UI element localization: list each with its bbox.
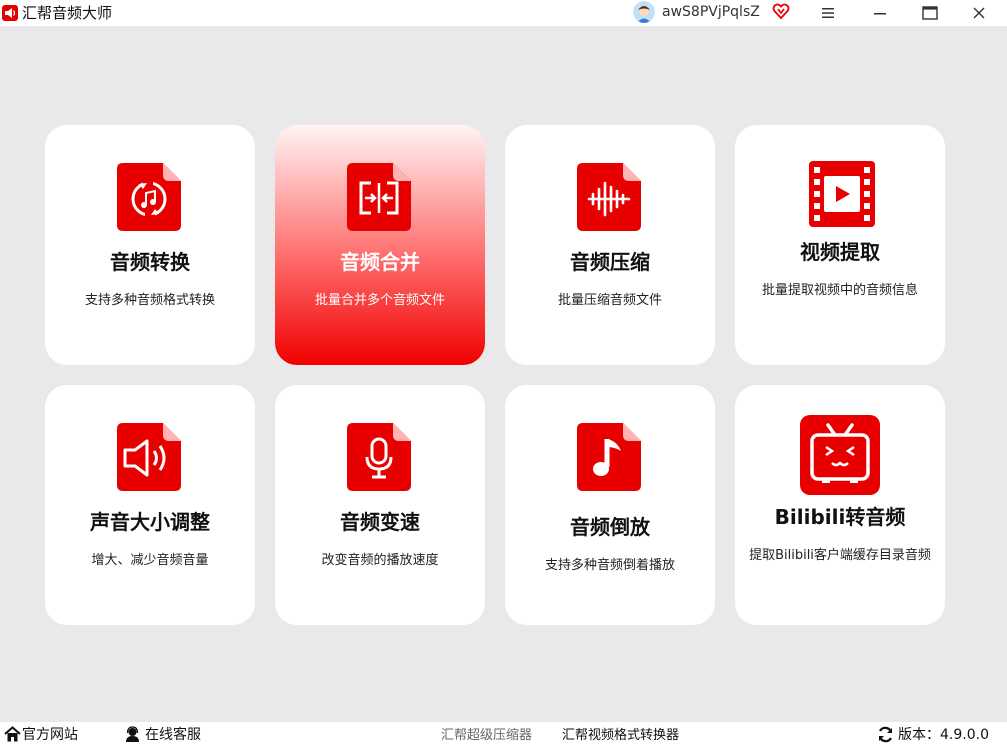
- bilibili-tv-icon: [800, 415, 880, 495]
- version-number: 4.9.0.0: [940, 727, 989, 743]
- avatar[interactable]: [633, 1, 655, 23]
- card-audio-convert[interactable]: 音频转换 支持多种音频格式转换: [45, 125, 255, 365]
- close-icon: [973, 7, 985, 19]
- card-title: 音频转换: [110, 250, 190, 274]
- minimize-button[interactable]: [860, 0, 900, 26]
- card-description: 批量提取视频中的音频信息: [761, 283, 918, 298]
- close-button[interactable]: [959, 0, 999, 26]
- card-title: 声音大小调整: [90, 510, 210, 534]
- converter-link[interactable]: 汇帮视频格式转换器: [562, 727, 679, 745]
- customer-service-icon[interactable]: [124, 726, 141, 743]
- card-description: 支持多种音频格式转换: [84, 293, 215, 308]
- card-title: 音频倒放: [570, 515, 650, 539]
- title-bar: 汇帮音频大师 awS8PVjPqlsZ: [0, 0, 1007, 26]
- version-label: 版本：: [898, 727, 940, 743]
- minimize-icon: [874, 13, 886, 15]
- card-description: 改变音频的播放速度: [321, 553, 439, 568]
- card-bilibili[interactable]: Bilibili转音频 提取Bilibili客户端缓存目录音频: [735, 385, 945, 625]
- menu-icon: [822, 8, 834, 18]
- card-audio-speed[interactable]: 音频变速 改变音频的播放速度: [275, 385, 485, 625]
- card-title: 音频合并: [340, 250, 420, 274]
- status-bar: 官方网站 在线客服 汇帮超级压缩器 汇帮视频格式转换器 版本： 4.9.0.0: [0, 722, 1007, 748]
- menu-button[interactable]: [808, 0, 848, 26]
- card-video-extract[interactable]: 视频提取 批量提取视频中的音频信息: [735, 125, 945, 365]
- app-title: 汇帮音频大师: [22, 4, 113, 22]
- card-title: Bilibili转音频: [774, 505, 906, 529]
- compressor-link[interactable]: 汇帮超级压缩器: [441, 727, 532, 745]
- card-description: 提取Bilibili客户端缓存目录音频: [749, 548, 931, 563]
- refresh-icon[interactable]: [877, 726, 894, 743]
- card-description: 批量压缩音频文件: [557, 293, 662, 308]
- card-audio-merge[interactable]: 音频合并 批量合并多个音频文件: [275, 125, 485, 365]
- app-logo-icon: [2, 5, 18, 21]
- volume-icon: [117, 423, 183, 493]
- card-title: 音频压缩: [570, 250, 650, 274]
- card-volume-adjust[interactable]: 声音大小调整 增大、减少音频音量: [45, 385, 255, 625]
- video-extract-icon: [807, 159, 875, 229]
- official-website-link[interactable]: 官方网站: [22, 726, 78, 744]
- audio-merge-icon: [347, 163, 413, 233]
- audio-convert-icon: [117, 163, 183, 233]
- audio-compress-icon: [577, 163, 643, 233]
- card-audio-compress[interactable]: 音频压缩 批量压缩音频文件: [505, 125, 715, 365]
- card-description: 增大、减少音频音量: [91, 553, 209, 568]
- username[interactable]: awS8PVjPqlsZ: [662, 3, 760, 21]
- maximize-icon: [922, 6, 938, 20]
- card-description: 批量合并多个音频文件: [314, 293, 445, 308]
- maximize-button[interactable]: [910, 0, 950, 26]
- card-title: 音频变速: [340, 510, 420, 534]
- card-audio-reverse[interactable]: 音频倒放 支持多种音频倒着播放: [505, 385, 715, 625]
- microphone-icon: [347, 423, 413, 493]
- card-description: 支持多种音频倒着播放: [544, 558, 675, 573]
- card-title: 视频提取: [800, 240, 880, 264]
- home-icon[interactable]: [4, 726, 21, 743]
- music-note-icon: [577, 423, 643, 493]
- vip-heart-icon[interactable]: [772, 2, 790, 20]
- online-support-link[interactable]: 在线客服: [145, 726, 201, 744]
